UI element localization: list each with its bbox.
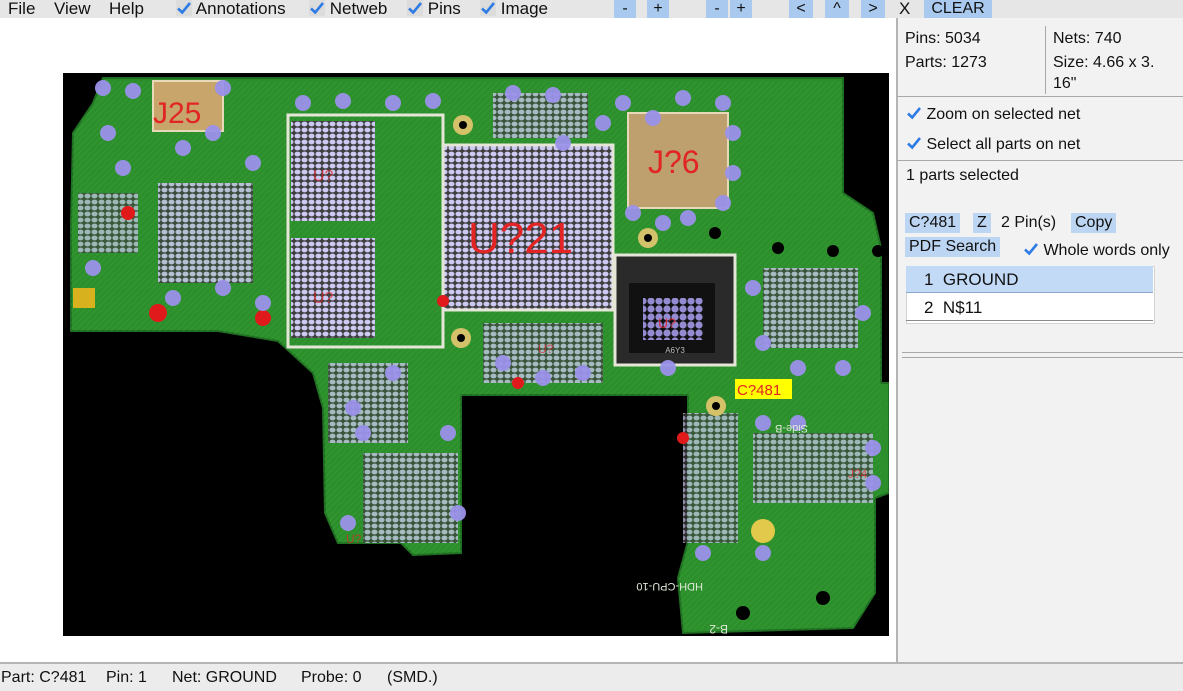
part-label-u-4[interactable]: U?	[538, 342, 554, 356]
pan-right-button[interactable]: >	[861, 0, 885, 18]
pin-number: 2	[924, 298, 934, 317]
nets-count: Nets: 740	[1053, 30, 1122, 47]
part-label-j6[interactable]: J?6	[648, 144, 700, 180]
select-all-parts-label: Select all parts on net	[926, 136, 1081, 153]
checkmark-icon	[309, 0, 325, 16]
parts-count: Parts: 1273	[905, 54, 987, 71]
rotate-plus-button[interactable]: +	[730, 0, 752, 18]
pin-count: 2 Pin(s)	[1001, 214, 1057, 231]
toggle-annotations[interactable]: Annotations	[176, 0, 286, 18]
part-label-u-3[interactable]: U?	[658, 315, 676, 331]
silkscreen-rev: B-2	[709, 622, 728, 636]
toggle-image[interactable]: Image	[480, 0, 548, 18]
part-label-u-2[interactable]: U?	[313, 290, 334, 307]
zoom-on-net-label: Zoom on selected net	[926, 106, 1081, 123]
selection-count: 1 parts selected	[906, 167, 1019, 184]
checkmark-icon	[1023, 241, 1039, 257]
separator	[898, 160, 1183, 161]
selected-part-label: C?481	[737, 382, 781, 399]
toggle-netweb-label: Netweb	[329, 0, 388, 18]
zoom-in-button[interactable]: +	[647, 0, 669, 18]
clear-button[interactable]: CLEAR	[924, 0, 992, 18]
toggle-netweb[interactable]: Netweb	[309, 0, 387, 18]
pins-count: Pins: 5034	[905, 30, 981, 47]
separator	[902, 357, 1183, 358]
silkscreen-side: Side-B	[775, 422, 808, 434]
info-panel: Pins: 5034 Parts: 1273 Nets: 740 Size: 4…	[898, 18, 1183, 662]
status-probe: Probe: 0	[301, 669, 362, 686]
soc-chip[interactable]: A6Y3	[613, 253, 737, 367]
board-size-line1: Size: 4.66 x 3.	[1053, 54, 1155, 71]
selected-part-highlight[interactable]: C?481	[735, 379, 792, 399]
checkmark-icon	[906, 135, 922, 151]
part-label-j4[interactable]: J?4	[848, 467, 868, 481]
toggle-image-label: Image	[500, 0, 548, 18]
rotate-minus-button[interactable]: -	[706, 0, 728, 18]
part-label-u-1[interactable]: U?	[313, 168, 334, 185]
board-view[interactable]: A6Y3 J25 J?6 U?21 U? U? U? U? J?4 U? HDH…	[0, 18, 896, 662]
copy-button[interactable]: Copy	[1071, 213, 1117, 233]
checkmark-icon	[480, 0, 496, 16]
chip-marking: A6Y3	[665, 346, 685, 355]
menu-view[interactable]: View	[54, 0, 91, 18]
zoom-on-net-option[interactable]: Zoom on selected net	[906, 105, 1080, 124]
status-net: Net: GROUND	[172, 669, 277, 686]
toggle-pins[interactable]: Pins	[407, 0, 461, 18]
status-type: (SMD.)	[387, 669, 438, 686]
zoom-out-button[interactable]: -	[614, 0, 636, 18]
menu-help[interactable]: Help	[109, 0, 144, 18]
pan-up-button[interactable]: ^	[825, 0, 849, 18]
menu-file[interactable]: File	[8, 0, 35, 18]
pin-net: GROUND	[942, 270, 1019, 289]
silkscreen-board-id: HDH-CPU-10	[636, 580, 703, 592]
whole-words-label: Whole words only	[1043, 242, 1170, 259]
part-label-u-5[interactable]: U?	[346, 532, 362, 546]
pin-number: 1	[924, 270, 934, 289]
pan-left-button[interactable]: <	[789, 0, 813, 18]
pcb-board[interactable]: A6Y3 J25 J?6 U?21 U? U? U? U? J?4 U? HDH…	[63, 73, 889, 636]
status-bar: Part: C?481 Pin: 1 Net: GROUND Probe: 0 …	[0, 664, 1183, 691]
toggle-annotations-label: Annotations	[195, 0, 286, 18]
info-divider	[1045, 26, 1046, 94]
separator	[898, 96, 1183, 97]
select-all-parts-option[interactable]: Select all parts on net	[906, 135, 1080, 154]
status-part: Part: C?481	[1, 669, 87, 686]
part-label-u21[interactable]: U?21	[468, 214, 573, 263]
pin-list-item-1[interactable]: 1 GROUND	[906, 266, 1153, 293]
zoom-part-button[interactable]: Z	[973, 213, 991, 233]
pin-list-item-2[interactable]: 2 N$11	[906, 294, 1153, 321]
menu-bar: File View Help Annotations Netweb Pins I…	[0, 0, 1183, 18]
separator	[902, 352, 1183, 353]
pin-net: N$11	[942, 298, 983, 317]
whole-words-option[interactable]: Whole words only	[1023, 241, 1170, 260]
toggle-pins-label: Pins	[427, 0, 461, 18]
checkmark-icon	[176, 0, 192, 16]
board-size-line2: 16"	[1053, 75, 1077, 92]
checkmark-icon	[906, 105, 922, 121]
gold-pad	[73, 288, 95, 308]
close-button[interactable]: X	[899, 0, 910, 18]
selected-part-button[interactable]: C?481	[905, 213, 961, 233]
part-label-j25[interactable]: J25	[153, 97, 201, 130]
pdf-search-button[interactable]: PDF Search	[905, 237, 1001, 257]
checkmark-icon	[407, 0, 423, 16]
status-pin: Pin: 1	[106, 669, 147, 686]
